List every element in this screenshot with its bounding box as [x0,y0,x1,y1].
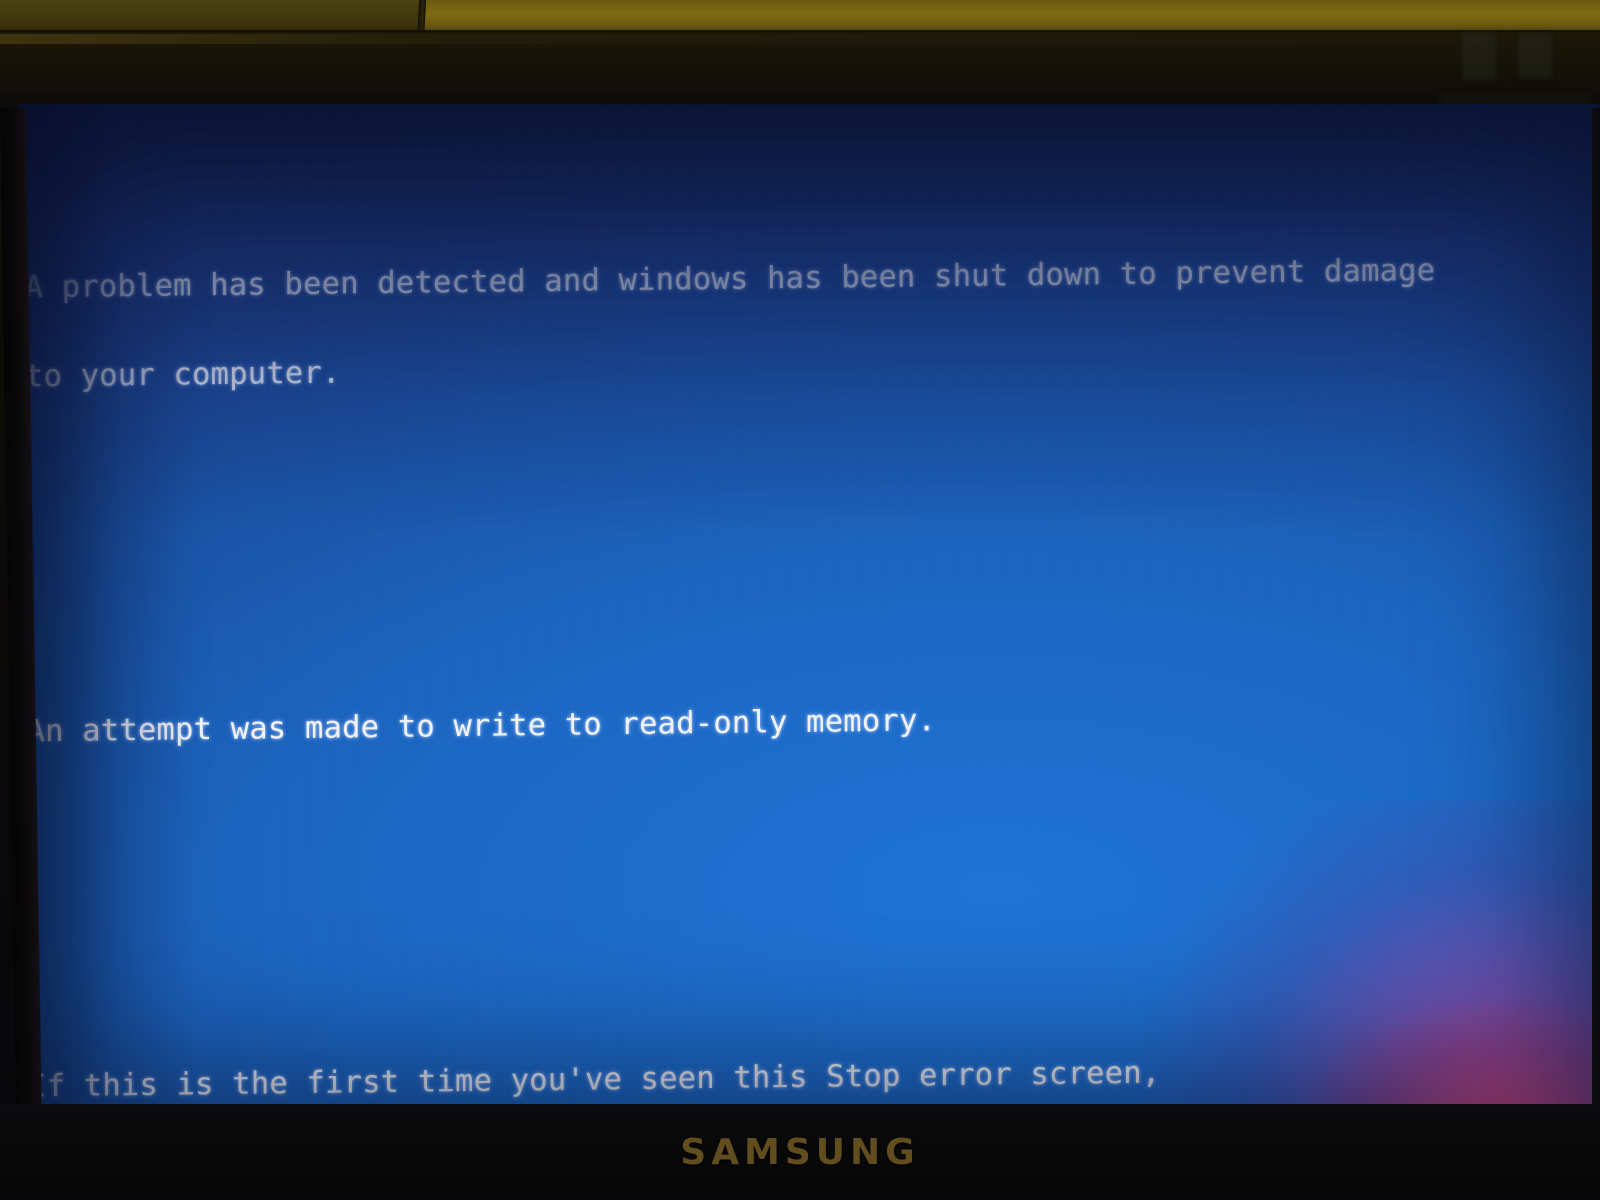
bsod-line: A problem has been detected and windows … [24,253,1436,306]
lcd-screen: A problem has been detected and windows … [18,104,1600,1110]
bsod-paragraph-problem-detected: A problem has been detected and windows … [18,195,1599,451]
bsod-blank-line [18,520,1600,569]
bezel-reflection [1518,34,1552,78]
bsod-line: An attempt was made to write to read-onl… [26,703,937,750]
bsod-line: If this is the first time you've seen th… [28,1055,1161,1105]
monitor-photo: A problem has been detected and windows … [0,0,1600,1200]
bsod-message-body: A problem has been detected and windows … [18,106,1600,1110]
samsung-logo: SAMSUNG [680,1132,920,1173]
monitor-bezel-sheen [0,34,1600,44]
bsod-paragraph-first-time: If this is the first time you've seen th… [20,994,1600,1110]
bsod-blank-line [19,876,1600,925]
bsod-line: to your computer. [24,355,341,395]
bezel-reflection [1462,32,1496,80]
monitor-bezel-right [1592,108,1600,1108]
bsod-paragraph-error-summary: An attempt was made to write to read-onl… [18,639,1600,806]
